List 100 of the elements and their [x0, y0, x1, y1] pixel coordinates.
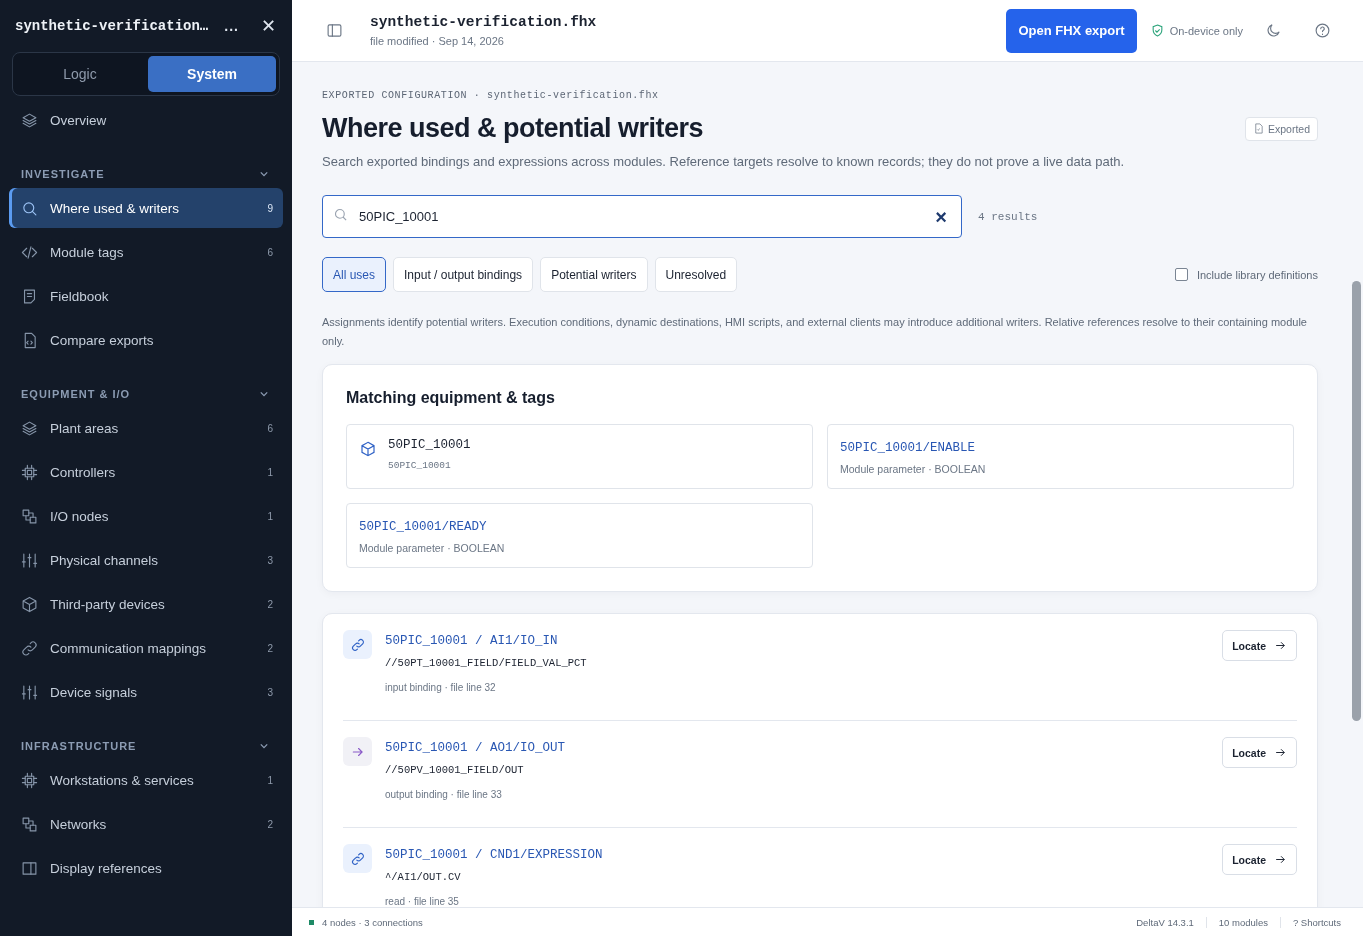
- section-title: INFRASTRUCTURE: [21, 740, 137, 752]
- file-title: synthetic-verification.fhx: [370, 14, 598, 30]
- item-count: 9: [267, 202, 273, 214]
- tag-name: 50PIC_10001/READY: [359, 520, 488, 534]
- open-export-button[interactable]: Open FHX export: [1006, 8, 1137, 53]
- result-meta: output binding · file line 33: [385, 789, 503, 800]
- result-reference: ^/AI1/OUT.CV: [385, 871, 462, 883]
- nav-item[interactable]: Controllers 1: [9, 452, 283, 492]
- file-subtitle: file modified · Sep 14, 2026: [370, 35, 505, 47]
- help-icon[interactable]: [1314, 22, 1331, 39]
- result-path: 50PIC_10001 / CND1/EXPRESSION: [385, 848, 604, 862]
- nav-item[interactable]: Physical channels 3: [9, 540, 283, 580]
- nodes-icon: [21, 815, 38, 833]
- close-button[interactable]: ✕: [247, 15, 280, 37]
- page-description: Search exported bindings and expressions across modules. Reference targets resolve to known records; they do not prove a live data path.: [322, 154, 1126, 169]
- search-icon: [333, 207, 348, 222]
- notice-text: Assignments identify potential writers. Execution conditions, dynamic destinations, HMI scripts, and external clients may introduce additional writers. Relative references resolve to their containing module only.: [322, 315, 1308, 349]
- version-label: DeltaV 14.3.1: [1124, 916, 1207, 928]
- filter-chip[interactable]: Unresolved: [654, 257, 738, 292]
- arrow-icon: [1274, 853, 1287, 866]
- file-check-icon: [1252, 123, 1264, 134]
- nav-item[interactable]: I/O nodes 1: [9, 496, 283, 536]
- sliders-icon: [21, 551, 38, 569]
- item-count: 6: [267, 422, 273, 434]
- checkbox[interactable]: [1174, 268, 1188, 281]
- tag-name: 50PIC_10001/ENABLE: [840, 441, 977, 455]
- item-count: 1: [267, 510, 273, 522]
- item-count: 3: [267, 686, 273, 698]
- clear-button[interactable]: ×: [931, 206, 951, 227]
- search-icon: [21, 199, 38, 217]
- link-icon: [343, 630, 372, 659]
- link-icon: [343, 844, 372, 873]
- chip-icon: [21, 463, 38, 481]
- panel-icon: [21, 859, 38, 877]
- filter-chip[interactable]: Potential writers: [540, 257, 648, 292]
- nav-item[interactable]: Compare exports: [9, 320, 283, 360]
- item-count: 6: [267, 246, 273, 258]
- result-path: 50PIC_10001 / AO1/IO_OUT: [385, 741, 567, 755]
- locate-button[interactable]: Locate: [1222, 844, 1297, 875]
- mode-tab[interactable]: System: [148, 56, 276, 92]
- item-count: 3: [267, 554, 273, 566]
- item-count: 2: [267, 598, 273, 610]
- module-count: 10 modules: [1206, 916, 1281, 928]
- item-count: 1: [267, 466, 273, 478]
- chevron-icon[interactable]: [260, 171, 268, 177]
- nav-item[interactable]: Module tags 6: [9, 232, 283, 272]
- filter-chip[interactable]: All uses: [322, 257, 387, 292]
- chip-icon: [21, 771, 38, 789]
- nav-item[interactable]: Fieldbook: [9, 276, 283, 316]
- tag-detail: Module parameter · BOOLEAN: [359, 542, 505, 554]
- sliders-icon: [21, 683, 38, 701]
- result-reference: //50PT_10001_FIELD/FIELD_VAL_PCT: [385, 657, 588, 669]
- match-tile[interactable]: 50PIC_10001 50PIC_10001: [346, 424, 813, 489]
- nav-item[interactable]: Workstations & services 1: [9, 760, 283, 800]
- layers-icon: [21, 419, 38, 437]
- arrow-icon: [1274, 746, 1287, 759]
- shield-check-icon: [1150, 24, 1164, 37]
- match-tile[interactable]: 50PIC_10001/ENABLE Module parameter · BOOLEAN: [827, 424, 1294, 489]
- result-meta: read · file line 35: [385, 896, 460, 907]
- match-tile[interactable]: 50PIC_10001/READY Module parameter · BOOLEAN: [346, 503, 813, 568]
- cube-icon: [21, 595, 38, 613]
- section-title: EQUIPMENT & I/O: [21, 388, 131, 400]
- chevron-icon[interactable]: [260, 391, 268, 397]
- tag-name: 50PIC_10001: [388, 438, 471, 452]
- nav-item[interactable]: Where used & writers 9: [9, 188, 283, 228]
- item-count: 1: [267, 774, 273, 786]
- nodes-icon: [21, 507, 38, 525]
- privacy-label: On-device only: [1169, 24, 1243, 37]
- exported-badge: Exported: [1244, 116, 1318, 141]
- status-summary: 4 nodes · 3 connections: [322, 916, 423, 928]
- code-icon: [21, 243, 38, 261]
- nav-item[interactable]: Overview: [9, 100, 283, 140]
- link-icon: [21, 639, 38, 657]
- chevron-icon[interactable]: [260, 743, 268, 749]
- checkbox-label: Include library definitions: [1196, 268, 1318, 281]
- nav-item[interactable]: Plant areas 6: [9, 408, 283, 448]
- file-title: synthetic-verification…: [15, 18, 210, 34]
- search-field[interactable]: 50PIC_10001 ×: [322, 195, 962, 238]
- item-count: 2: [267, 818, 273, 830]
- page-title: Where used & potential writers: [322, 113, 704, 144]
- locate-button[interactable]: Locate: [1222, 737, 1297, 768]
- nav-item[interactable]: Third-party devices 2: [9, 584, 283, 624]
- item-count: 2: [267, 642, 273, 654]
- nav-item[interactable]: Display references: [9, 848, 283, 888]
- nav-item[interactable]: Networks 2: [9, 804, 283, 844]
- nav-item[interactable]: Communication mappings 2: [9, 628, 283, 668]
- result-reference: //50PV_10001_FIELD/OUT: [385, 764, 525, 776]
- cube-icon: [360, 441, 376, 457]
- notebook-icon: [21, 287, 38, 305]
- nav-item[interactable]: Device signals 3: [9, 672, 283, 712]
- more-button[interactable]: ...: [216, 18, 247, 34]
- result-path: 50PIC_10001 / AI1/IO_IN: [385, 634, 559, 648]
- breadcrumb: EXPORTED CONFIGURATION · synthetic-verification.fhx: [322, 90, 660, 101]
- mode-tab[interactable]: Logic: [16, 56, 144, 92]
- shortcuts-link[interactable]: ? Shortcuts: [1280, 916, 1341, 928]
- locate-button[interactable]: Locate: [1222, 630, 1297, 661]
- filter-chip[interactable]: Input / output bindings: [393, 257, 534, 292]
- sidebar-toggle-icon[interactable]: [326, 22, 343, 39]
- moon-icon[interactable]: [1265, 22, 1282, 39]
- tag-detail: 50PIC_10001: [388, 460, 452, 471]
